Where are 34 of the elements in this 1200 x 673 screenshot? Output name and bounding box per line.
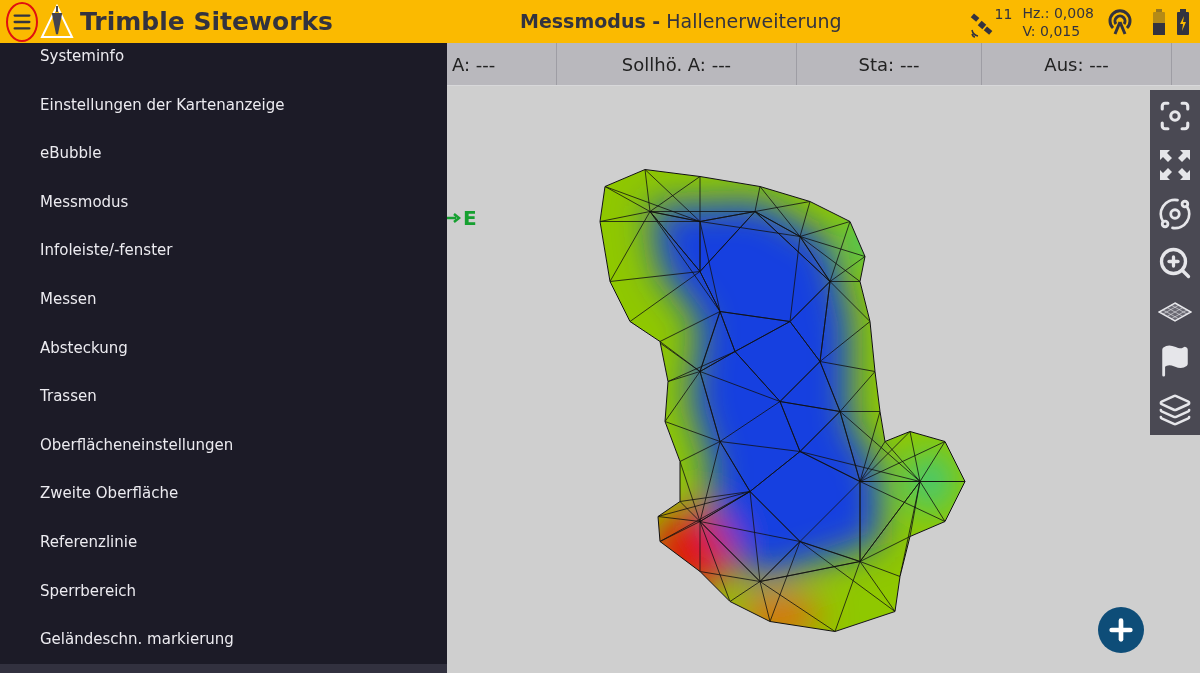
add-button[interactable] xyxy=(1098,607,1144,653)
menu-item[interactable]: Trassen xyxy=(0,372,447,421)
battery-icon xyxy=(1152,7,1166,36)
menu-item[interactable]: eBubble xyxy=(0,129,447,178)
battery-charging-icon xyxy=(1176,7,1190,36)
satellite-icon xyxy=(968,12,995,39)
project-name: Hallenerweiterung xyxy=(666,9,842,35)
menu-item[interactable]: Messmodus xyxy=(0,177,447,227)
info-cell: Sta: --- xyxy=(797,43,982,85)
arrow-icon xyxy=(447,213,461,223)
plumb-logo-icon xyxy=(40,3,74,40)
info-cell: A: --- xyxy=(447,43,557,85)
mode-title: Messmodus - xyxy=(520,9,661,35)
layers-icon xyxy=(1158,392,1192,427)
menu-item[interactable]: Zweite Oberfläche xyxy=(0,469,447,518)
menu-item[interactable]: Messen xyxy=(0,274,447,324)
hz-precision: Hz.: 0,008 xyxy=(1022,3,1094,22)
radio-signal-icon xyxy=(1106,7,1134,36)
menu-item[interactable]: Referenzlinie xyxy=(0,517,447,567)
direction-marker: E xyxy=(463,205,477,232)
menu-item[interactable]: Einstellungen der Kartenanzeige xyxy=(0,80,447,130)
orbit-icon xyxy=(1158,196,1192,231)
satellite-count: 11 xyxy=(994,5,1013,24)
menu-button[interactable] xyxy=(6,1,38,42)
menu-item[interactable]: Infoleiste/-fenster xyxy=(0,226,447,275)
menu-item[interactable]: Absteckung xyxy=(0,323,447,373)
menu-item[interactable]: Oberflächeneinstellungen xyxy=(0,420,447,470)
expand-arrows-icon xyxy=(1158,147,1192,182)
grid-plane-icon xyxy=(1158,301,1192,322)
info-cell: Sollhö. A: --- xyxy=(557,43,797,85)
v-precision: V: 0,015 xyxy=(1022,21,1082,40)
info-cell: Aus: --- xyxy=(982,43,1172,85)
menu-item[interactable]: Sperrbereich xyxy=(0,566,447,616)
menu-item[interactable]: Geländeschn. markierung xyxy=(0,615,447,664)
